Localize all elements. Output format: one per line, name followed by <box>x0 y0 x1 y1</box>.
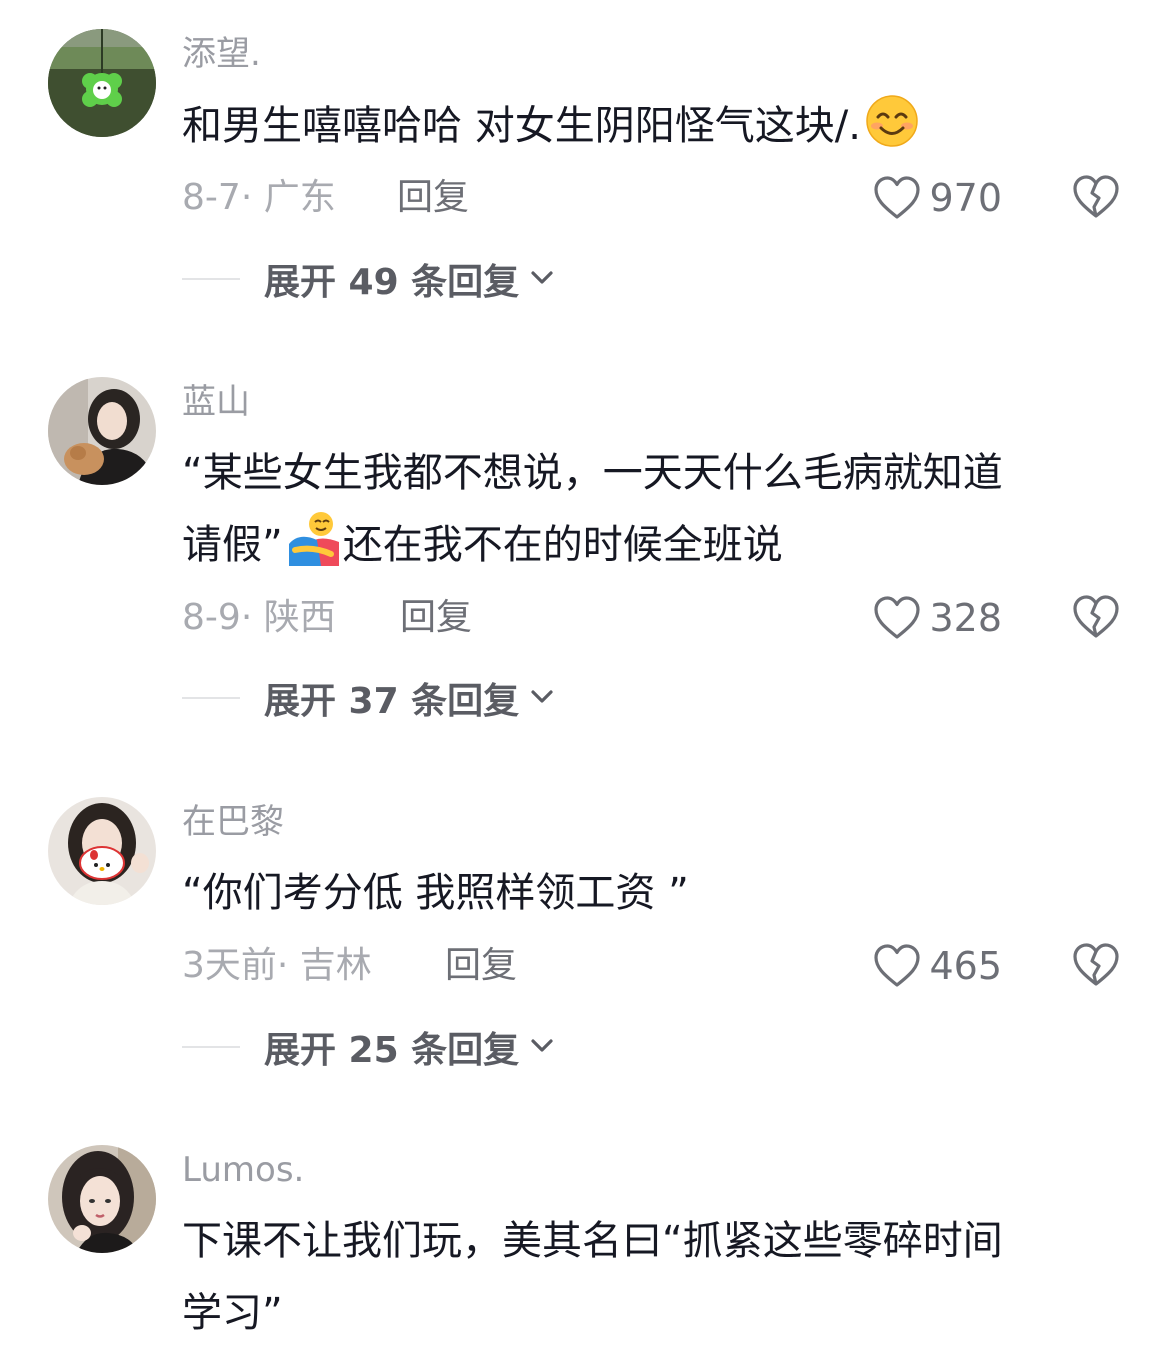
dislike-button[interactable] <box>1072 594 1120 642</box>
comment-username[interactable]: 蓝山 <box>182 380 250 424</box>
reply-button[interactable]: 回复 <box>400 594 472 642</box>
avatar[interactable] <box>48 377 156 485</box>
dislike-button[interactable] <box>1072 174 1120 222</box>
broken-heart-icon <box>1072 174 1120 220</box>
comment-text-line: 学习” <box>182 1290 283 1336</box>
heart-outline-icon <box>873 595 921 641</box>
comment-location: 广东 <box>263 177 336 218</box>
heart-outline-icon <box>873 943 921 989</box>
comment-text: 和男生嘻嘻哈哈 对女生阴阳怪气这块/. <box>182 90 1102 170</box>
expand-replies-button[interactable]: 展开 25 条回复 <box>182 1023 555 1071</box>
comment-date: 3天前 <box>182 945 277 986</box>
chevron-down-icon <box>529 1035 555 1059</box>
avatar[interactable] <box>48 29 156 137</box>
meta-separator: · <box>276 945 300 986</box>
reply-button[interactable]: 回复 <box>445 942 517 990</box>
expand-replies-label: 展开 25 条回复 <box>264 1030 520 1071</box>
like-button[interactable]: 465 <box>873 942 1002 990</box>
comment-text-line: 还在我不在的时候全班说 <box>342 522 783 568</box>
comment-username[interactable]: 在巴黎 <box>182 800 284 844</box>
comment-text: “某些女生我都不想说，一天天什么毛病就知道 请假” 还在我不在的时候全班说 <box>182 437 1102 589</box>
comment-date: 8-7 <box>182 177 241 218</box>
reply-button[interactable]: 回复 <box>397 174 469 222</box>
like-button[interactable]: 328 <box>873 594 1002 642</box>
comment-meta: 8-7· 广东 <box>182 174 336 222</box>
comment-location: 吉林 <box>299 945 372 986</box>
like-button[interactable]: 970 <box>873 174 1002 222</box>
comment-location: 陕西 <box>263 597 336 638</box>
chevron-down-icon <box>529 267 555 291</box>
hugging-people-emoji-icon <box>285 510 343 589</box>
avatar[interactable] <box>48 1145 156 1253</box>
comment-text-line: 请假” <box>182 522 283 568</box>
comment-text-body: “你们考分低 我照样领工资 ” <box>182 870 689 916</box>
comment-text: 下课不让我们玩，美其名曰“抓紧这些零碎时间 学习” <box>182 1205 1102 1349</box>
expand-divider <box>182 697 240 699</box>
comment-date: 8-9 <box>182 597 241 638</box>
dislike-button[interactable] <box>1072 942 1120 990</box>
expand-replies-button[interactable]: 展开 49 条回复 <box>182 255 555 303</box>
comment-text: “你们考分低 我照样领工资 ” <box>182 857 1102 929</box>
expand-replies-label: 展开 37 条回复 <box>264 681 520 722</box>
expand-divider <box>182 278 240 280</box>
like-count: 970 <box>929 176 1002 220</box>
expand-replies-button[interactable]: 展开 37 条回复 <box>182 674 555 722</box>
expand-divider <box>182 1046 240 1048</box>
chevron-down-icon <box>529 686 555 710</box>
comment-meta: 8-9· 陕西 <box>182 594 336 642</box>
comment-text-line: 下课不让我们玩，美其名曰“抓紧这些零碎时间 <box>182 1218 1003 1264</box>
heart-outline-icon <box>873 175 921 221</box>
like-count: 465 <box>929 944 1002 988</box>
smiling-face-emoji-icon <box>863 95 921 170</box>
comment-username[interactable]: 添望. <box>182 32 261 76</box>
broken-heart-icon <box>1072 942 1120 988</box>
broken-heart-icon <box>1072 594 1120 640</box>
comment-meta: 3天前· 吉林 <box>182 942 372 990</box>
comment-text-body: 和男生嘻嘻哈哈 对女生阴阳怪气这块/. <box>182 103 861 149</box>
avatar[interactable] <box>48 797 156 905</box>
comment-username[interactable]: Lumos. <box>182 1148 304 1192</box>
like-count: 328 <box>929 596 1002 640</box>
expand-replies-label: 展开 49 条回复 <box>264 262 520 303</box>
comment-text-line: “某些女生我都不想说，一天天什么毛病就知道 <box>182 450 1003 496</box>
meta-separator: · <box>240 597 264 638</box>
meta-separator: · <box>240 177 264 218</box>
